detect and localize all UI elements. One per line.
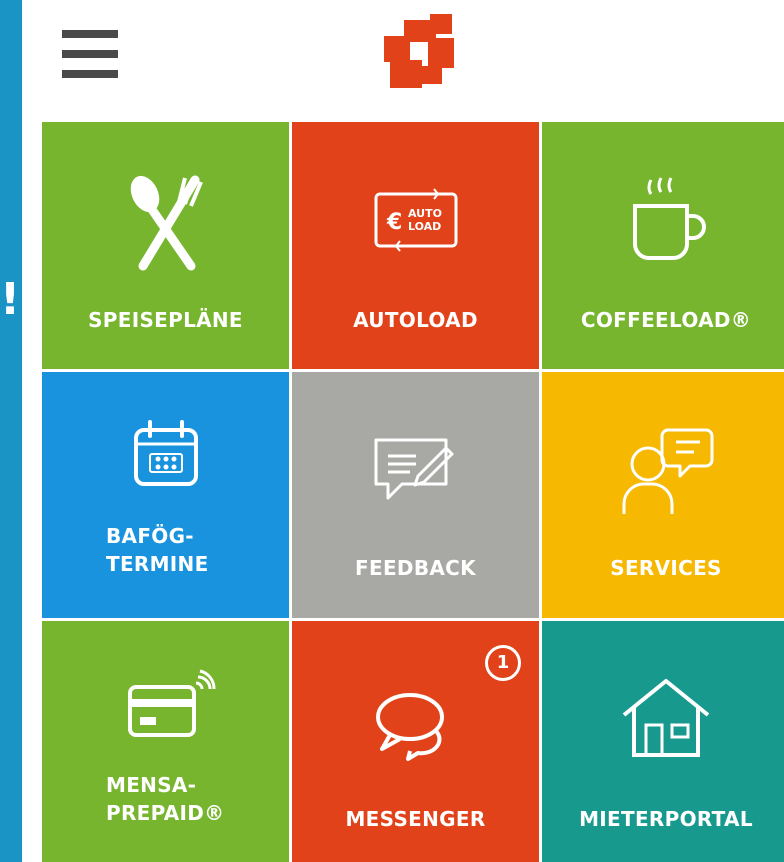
notification-badge: 1 <box>485 645 521 681</box>
app-header <box>22 0 784 118</box>
autoload-icon-text-top: AUTO <box>408 207 442 220</box>
app-screen: SPEISEPLÄNE € AUTO LOAD AUTOLOAD COFFEEL… <box>22 0 784 862</box>
tile-speiseplaene[interactable]: SPEISEPLÄNE <box>42 122 289 369</box>
tile-label-line2: TERMINE <box>106 552 209 576</box>
hamburger-menu-icon[interactable] <box>62 30 118 78</box>
support-person-icon <box>622 428 714 514</box>
tile-coffeeload[interactable]: COFFEELOAD® <box>542 122 784 369</box>
tile-label: MENSA- PREPAID® <box>106 771 224 827</box>
tile-label: SPEISEPLÄNE <box>88 308 243 332</box>
tile-label: FEEDBACK <box>355 556 476 580</box>
tile-label-line2: PREPAID® <box>106 801 225 825</box>
tile-feedback[interactable]: FEEDBACK <box>292 372 539 618</box>
autoload-card-icon: € AUTO LOAD <box>374 188 457 252</box>
tile-label: MIETERPORTAL <box>579 807 753 831</box>
tile-label: BAFÖG- TERMINE <box>106 522 209 578</box>
tile-bafoeg-termine[interactable]: BAFÖG- TERMINE <box>42 372 289 618</box>
contactless-card-icon <box>127 669 216 737</box>
tile-grid: SPEISEPLÄNE € AUTO LOAD AUTOLOAD COFFEEL… <box>42 122 784 862</box>
tile-messenger[interactable]: 1 MESSENGER <box>292 621 539 862</box>
tile-label-line1: BAFÖG- <box>106 524 194 548</box>
coffee-cup-icon <box>633 177 706 260</box>
calendar-icon <box>133 420 198 486</box>
chat-bubbles-icon <box>375 693 444 761</box>
tile-autoload[interactable]: € AUTO LOAD AUTOLOAD <box>292 122 539 369</box>
app-logo <box>384 14 454 88</box>
tile-mieterportal[interactable]: MIETERPORTAL <box>542 621 784 862</box>
feedback-speech-icon <box>374 438 453 500</box>
side-exclamation-text: ! <box>0 274 21 325</box>
house-icon <box>622 679 710 757</box>
tile-label: AUTOLOAD <box>353 308 478 332</box>
tile-mensa-prepaid[interactable]: MENSA- PREPAID® <box>42 621 289 862</box>
tile-label: COFFEELOAD® <box>580 308 752 332</box>
tile-label: MESSENGER <box>345 807 486 831</box>
autoload-icon-text-bottom: LOAD <box>408 220 441 233</box>
tile-services[interactable]: SERVICES <box>542 372 784 618</box>
svg-text:€: € <box>386 210 402 235</box>
cutlery-icon <box>130 175 203 271</box>
tile-label: SERVICES <box>610 556 722 580</box>
tile-label-line1: MENSA- <box>106 773 197 797</box>
